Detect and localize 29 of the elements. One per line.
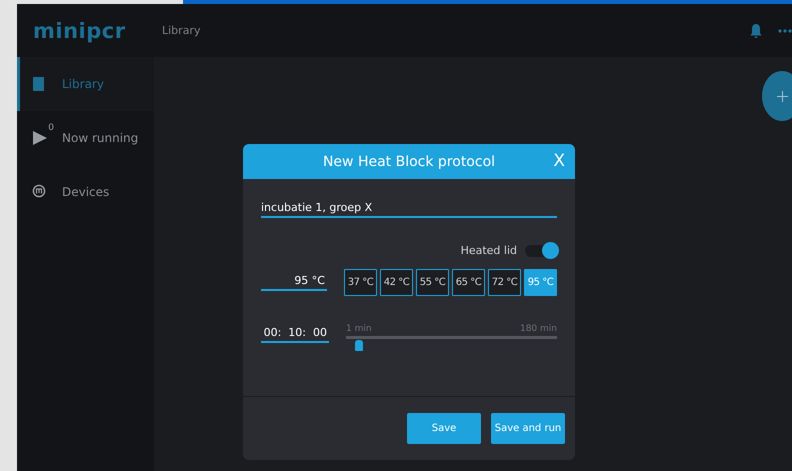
toggle-label: Heated lid bbox=[460, 244, 517, 257]
temperature-preset[interactable]: 37 °C bbox=[344, 269, 377, 296]
sidebar-label: Devices bbox=[62, 185, 110, 199]
more-icon[interactable] bbox=[778, 28, 792, 32]
bell-icon[interactable] bbox=[750, 22, 762, 38]
dialog-title: New Heat Block protocol bbox=[322, 154, 496, 170]
sidebar-label: Now running bbox=[62, 131, 138, 145]
play-icon bbox=[32, 130, 48, 146]
heated-lid-switch[interactable] bbox=[525, 244, 557, 256]
plus-icon bbox=[776, 90, 788, 102]
run-count: 0 bbox=[48, 123, 54, 133]
breadcrumb: Library bbox=[161, 24, 202, 37]
sidebar-item[interactable]: 0 Now running bbox=[17, 111, 154, 165]
slider-thumb[interactable] bbox=[354, 340, 363, 351]
sidebar-label: Library bbox=[62, 77, 104, 91]
time-field[interactable]: 00: 10: 00 bbox=[261, 324, 329, 343]
temperature-preset[interactable]: 42 °C bbox=[380, 269, 413, 296]
add-button[interactable] bbox=[762, 71, 792, 121]
temperature-preset[interactable]: 72 °C bbox=[488, 269, 521, 296]
name-field[interactable]: incubatie 1, groep X bbox=[261, 201, 557, 218]
logo: minipcr bbox=[32, 18, 127, 42]
temperature-preset[interactable]: 55 °C bbox=[416, 269, 449, 296]
slider-max-label: 180 min bbox=[520, 324, 557, 334]
slider-min-label: 1 min bbox=[346, 324, 372, 334]
book-icon bbox=[32, 76, 45, 92]
device-icon bbox=[32, 184, 46, 198]
sidebar-item[interactable]: Devices bbox=[17, 165, 154, 219]
temperature-field[interactable]: 95 °C bbox=[261, 274, 327, 291]
temperature-preset[interactable]: 65 °C bbox=[452, 269, 485, 296]
